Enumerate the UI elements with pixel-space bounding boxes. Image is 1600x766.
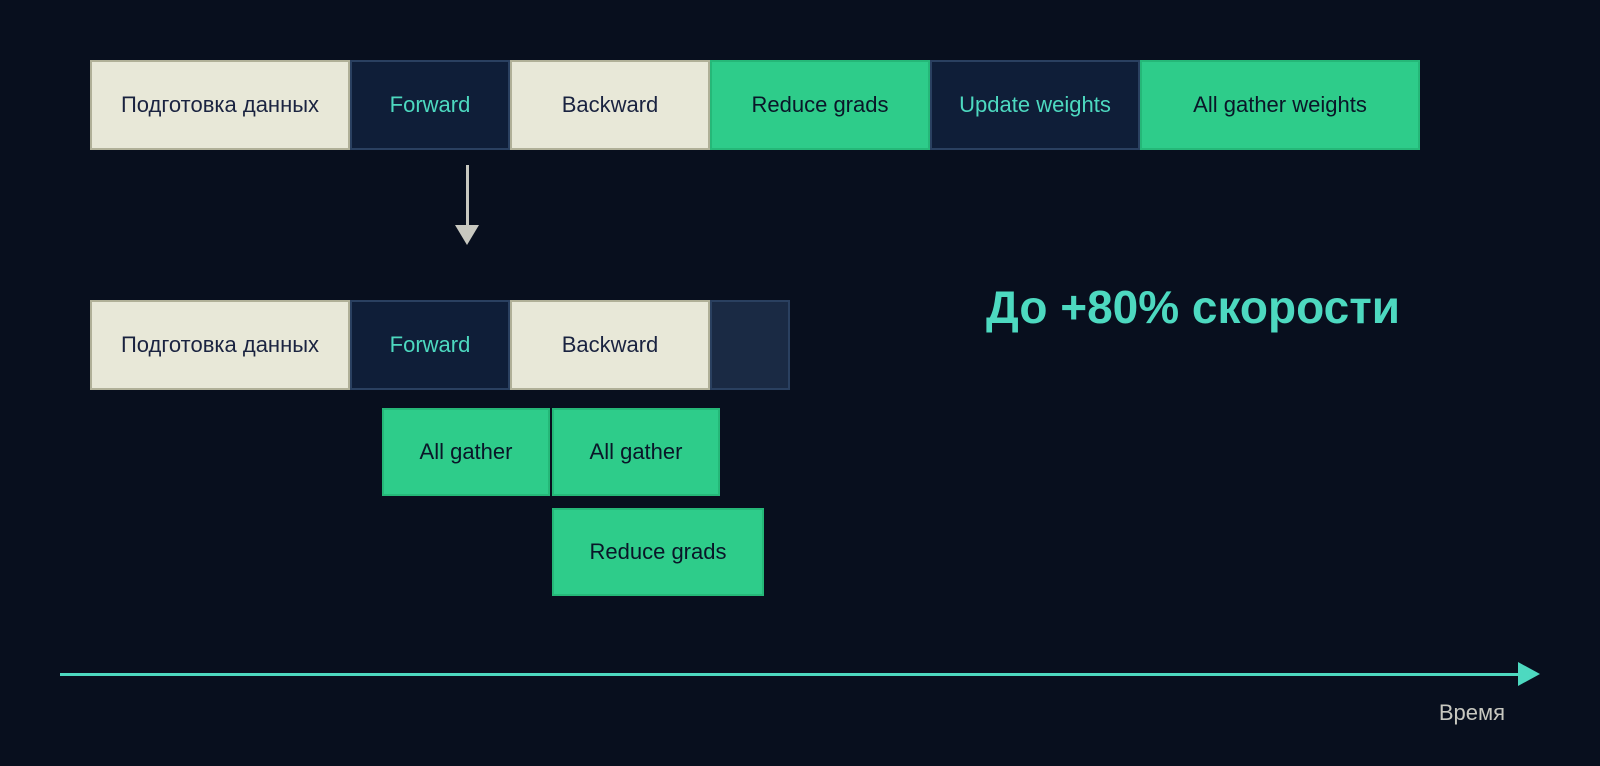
top-backward-cell: Backward [510, 60, 710, 150]
top-forward-cell: Forward [350, 60, 510, 150]
bottom-row: Подготовка данных Forward Backward [90, 300, 790, 390]
top-row: Подготовка данных Forward Backward Reduc… [90, 60, 1420, 150]
timeline-arrow-head [1518, 662, 1540, 686]
all-gather-block-1: All gather [382, 408, 550, 496]
diagram-container: Подготовка данных Forward Backward Reduc… [0, 0, 1600, 766]
top-all-gather-weights-label: All gather weights [1193, 92, 1367, 118]
timeline [60, 662, 1540, 686]
top-reduce-grads-label: Reduce grads [752, 92, 889, 118]
bottom-forward-label: Forward [390, 332, 471, 358]
timeline-line [60, 673, 1518, 676]
bottom-data-prep-label: Подготовка данных [121, 332, 319, 358]
time-label: Время [1439, 700, 1505, 726]
top-forward-label: Forward [390, 92, 471, 118]
all-gather-label-1: All gather [420, 439, 513, 465]
arrow-down [455, 165, 479, 245]
reduce-row: Reduce grads [552, 508, 764, 596]
top-all-gather-weights-cell: All gather weights [1140, 60, 1420, 150]
reduce-grads-label: Reduce grads [590, 539, 727, 565]
all-gather-label-2: All gather [590, 439, 683, 465]
top-update-weights-label: Update weights [959, 92, 1111, 118]
bottom-data-prep-cell: Подготовка данных [90, 300, 350, 390]
bottom-backward-label: Backward [562, 332, 659, 358]
arrow-shaft [466, 165, 469, 225]
overlap-container: All gather All gather Reduce grads [382, 408, 764, 596]
bottom-dark-cell [710, 300, 790, 390]
top-data-prep-label: Подготовка данных [121, 92, 319, 118]
all-gather-block-2: All gather [552, 408, 720, 496]
bottom-forward-cell: Forward [350, 300, 510, 390]
top-reduce-grads-cell: Reduce grads [710, 60, 930, 150]
top-data-prep-cell: Подготовка данных [90, 60, 350, 150]
speed-text: До +80% скорости [986, 280, 1400, 334]
top-update-weights-cell: Update weights [930, 60, 1140, 150]
reduce-grads-block: Reduce grads [552, 508, 764, 596]
top-backward-label: Backward [562, 92, 659, 118]
arrow-head [455, 225, 479, 245]
gather-row: All gather All gather [382, 408, 764, 496]
bottom-backward-cell: Backward [510, 300, 710, 390]
